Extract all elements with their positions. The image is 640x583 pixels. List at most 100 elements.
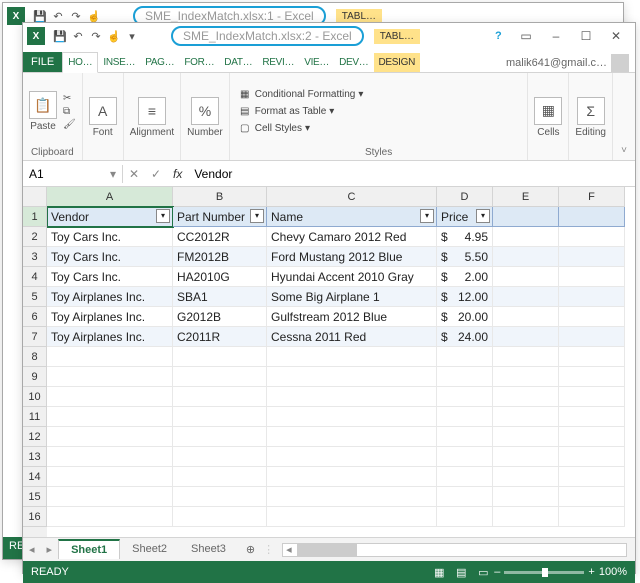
- cell-styles-button[interactable]: ▢Cell Styles ▾: [236, 121, 312, 136]
- formula-input[interactable]: Vendor: [188, 167, 635, 181]
- row-header[interactable]: 6: [23, 307, 47, 327]
- row-header[interactable]: 5: [23, 287, 47, 307]
- zoom-in-icon[interactable]: +: [588, 566, 594, 578]
- cell-price[interactable]: $12.00: [437, 287, 493, 307]
- tab-developer[interactable]: DEV…: [334, 53, 373, 72]
- number-button[interactable]: %Number: [187, 97, 223, 138]
- sheet-tab[interactable]: Sheet3: [179, 540, 238, 558]
- row-header[interactable]: 1: [23, 207, 47, 227]
- cell-vendor[interactable]: Toy Airplanes Inc.: [47, 327, 173, 347]
- cell-part[interactable]: HA2010G: [173, 267, 267, 287]
- row-header[interactable]: 4: [23, 267, 47, 287]
- cell-vendor[interactable]: Toy Airplanes Inc.: [47, 287, 173, 307]
- filter-dropdown-icon[interactable]: ▾: [156, 209, 170, 223]
- zoom-out-icon[interactable]: –: [494, 566, 500, 578]
- col-header[interactable]: C: [267, 187, 437, 207]
- touch-mode-icon[interactable]: ☝: [105, 27, 123, 45]
- row-header[interactable]: 10: [23, 387, 47, 407]
- chevron-down-icon[interactable]: ▾: [110, 167, 116, 181]
- cell-vendor[interactable]: Toy Cars Inc.: [47, 267, 173, 287]
- col-header[interactable]: F: [559, 187, 625, 207]
- editing-button[interactable]: ΣEditing: [575, 97, 606, 138]
- cell-part[interactable]: SBA1: [173, 287, 267, 307]
- row-header[interactable]: 8: [23, 347, 47, 367]
- row-header[interactable]: 7: [23, 327, 47, 347]
- cell-part[interactable]: G2012B: [173, 307, 267, 327]
- sheet-tab[interactable]: Sheet2: [120, 540, 179, 558]
- ribbon-options-icon[interactable]: ▭: [511, 29, 541, 43]
- col-header[interactable]: D: [437, 187, 493, 207]
- cell-vendor[interactable]: Toy Cars Inc.: [47, 247, 173, 267]
- fx-icon[interactable]: fx: [167, 167, 188, 181]
- tab-formulas[interactable]: FOR…: [179, 53, 219, 72]
- close-icon[interactable]: ✕: [601, 29, 631, 43]
- cell-price[interactable]: $20.00: [437, 307, 493, 327]
- cell-price[interactable]: $4.95: [437, 227, 493, 247]
- cell-vendor[interactable]: Toy Airplanes Inc.: [47, 307, 173, 327]
- zoom-level[interactable]: 100%: [599, 566, 627, 578]
- view-pagelayout-icon[interactable]: ▤: [450, 566, 472, 579]
- cell-part[interactable]: FM2012B: [173, 247, 267, 267]
- tab-review[interactable]: REVI…: [257, 53, 299, 72]
- tab-insert[interactable]: INSE…: [98, 53, 140, 72]
- enter-formula-icon[interactable]: ✓: [145, 167, 167, 181]
- col-header[interactable]: B: [173, 187, 267, 207]
- row-header[interactable]: 13: [23, 447, 47, 467]
- cells-button[interactable]: ▦Cells: [534, 97, 562, 138]
- format-as-table-button[interactable]: ▤Format as Table ▾: [236, 104, 337, 119]
- table-header-name[interactable]: Name▾: [267, 207, 437, 227]
- cell-price[interactable]: $24.00: [437, 327, 493, 347]
- sheet-nav-next-icon[interactable]: ▸: [41, 543, 59, 556]
- table-header-part[interactable]: Part Number▾: [173, 207, 267, 227]
- cell-part[interactable]: CC2012R: [173, 227, 267, 247]
- name-box[interactable]: A1▾: [23, 165, 123, 183]
- row-header[interactable]: 9: [23, 367, 47, 387]
- sheet-nav-prev-icon[interactable]: ◂: [23, 543, 41, 556]
- new-sheet-icon[interactable]: ⊕: [238, 543, 263, 556]
- user-account[interactable]: malik641@gmail.c…: [500, 54, 635, 72]
- table-header-price[interactable]: Price▾: [437, 207, 493, 227]
- view-normal-icon[interactable]: ▦: [428, 566, 450, 579]
- zoom-control[interactable]: – + 100%: [494, 566, 627, 578]
- copy-icon[interactable]: ⧉: [63, 106, 76, 117]
- format-painter-icon[interactable]: 🖌: [63, 119, 76, 130]
- tab-design[interactable]: DESIGN: [374, 53, 421, 72]
- cut-icon[interactable]: ✂: [63, 93, 76, 104]
- worksheet-grid[interactable]: 1 2 3 4 5 6 7 8 9 10 11 12 13 14 15 16 A…: [23, 187, 635, 537]
- alignment-button[interactable]: ≡Alignment: [130, 97, 174, 138]
- row-header[interactable]: 11: [23, 407, 47, 427]
- view-pagebreak-icon[interactable]: ▭: [472, 566, 494, 579]
- qat-dropdown-icon[interactable]: ▾: [123, 27, 141, 45]
- redo-icon[interactable]: ↷: [87, 27, 105, 45]
- filter-dropdown-icon[interactable]: ▾: [420, 209, 434, 223]
- cancel-formula-icon[interactable]: ✕: [123, 167, 145, 181]
- cell-name[interactable]: Cessna 2011 Red: [267, 327, 437, 347]
- cell-part[interactable]: C2011R: [173, 327, 267, 347]
- row-header[interactable]: 16: [23, 507, 47, 527]
- tab-data[interactable]: DAT…: [219, 53, 257, 72]
- zoom-slider[interactable]: [504, 571, 584, 574]
- file-tab[interactable]: FILE: [23, 52, 62, 72]
- cell-name[interactable]: Chevy Camaro 2012 Red: [267, 227, 437, 247]
- select-all-corner[interactable]: [23, 187, 47, 207]
- filter-dropdown-icon[interactable]: ▾: [250, 209, 264, 223]
- cell-vendor[interactable]: Toy Cars Inc.: [47, 227, 173, 247]
- sheet-tab-active[interactable]: Sheet1: [58, 539, 120, 559]
- col-header[interactable]: E: [493, 187, 559, 207]
- col-header[interactable]: A: [47, 187, 173, 207]
- tab-view[interactable]: VIE…: [299, 53, 334, 72]
- row-header[interactable]: 2: [23, 227, 47, 247]
- filter-dropdown-icon[interactable]: ▾: [476, 209, 490, 223]
- row-header[interactable]: 15: [23, 487, 47, 507]
- conditional-formatting-button[interactable]: ▦Conditional Formatting ▾: [236, 87, 366, 102]
- maximize-icon[interactable]: ☐: [571, 29, 601, 43]
- collapse-ribbon-icon[interactable]: ˅: [613, 73, 635, 160]
- paste-button[interactable]: 📋 Paste: [29, 91, 57, 132]
- cell-price[interactable]: $5.50: [437, 247, 493, 267]
- cell-name[interactable]: Gulfstream 2012 Blue: [267, 307, 437, 327]
- minimize-icon[interactable]: –: [541, 29, 571, 43]
- row-header[interactable]: 12: [23, 427, 47, 447]
- save-icon[interactable]: 💾: [51, 27, 69, 45]
- font-button[interactable]: AFont: [89, 97, 117, 138]
- help-icon[interactable]: ?: [495, 30, 511, 42]
